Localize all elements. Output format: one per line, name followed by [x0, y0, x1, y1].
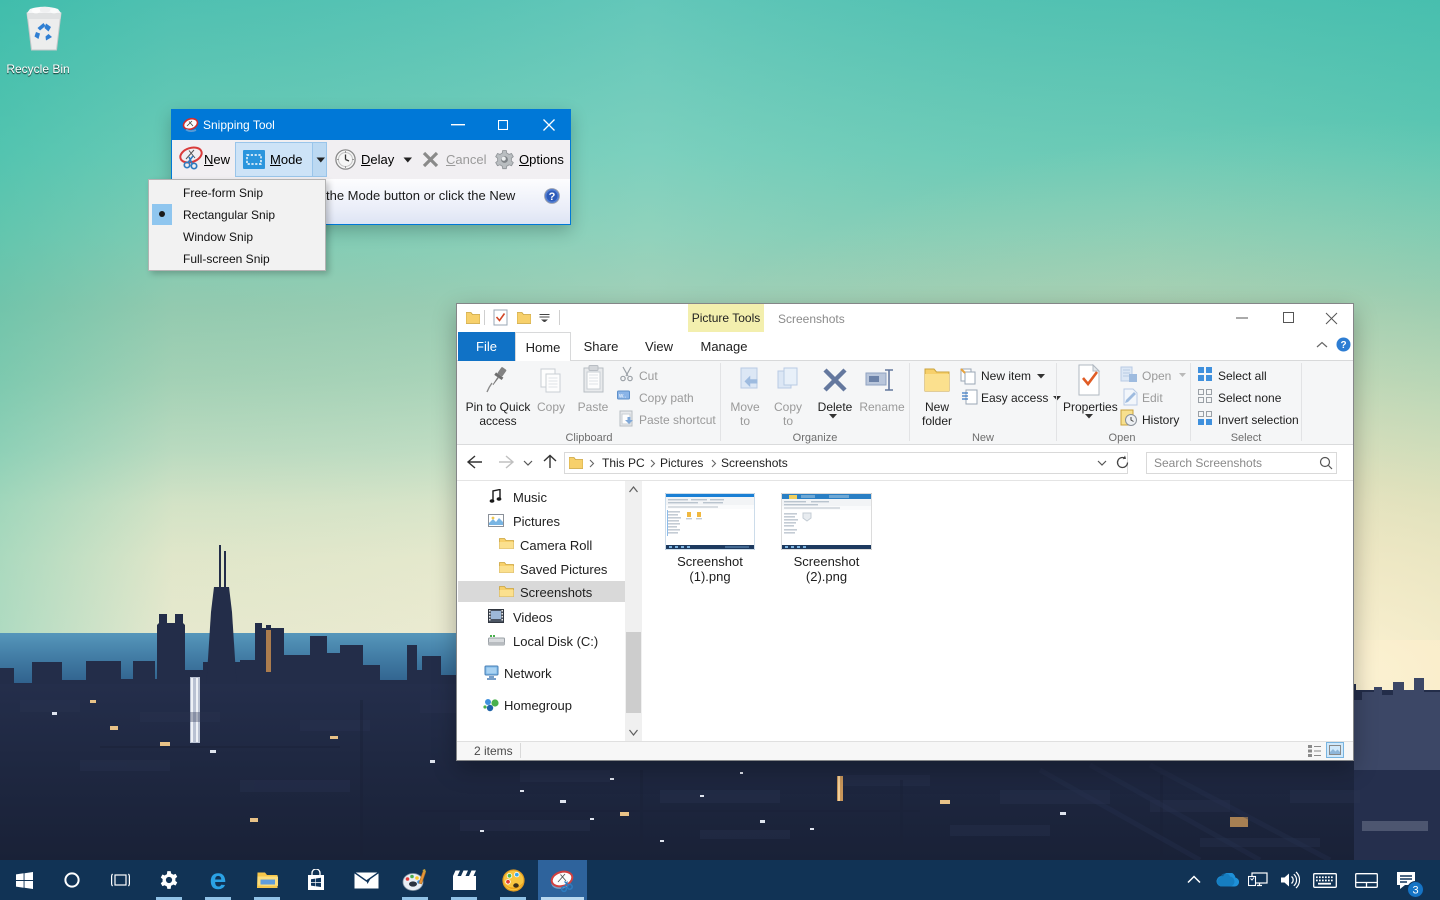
- svg-text:?: ?: [1340, 340, 1346, 351]
- svg-text:3: 3: [1412, 885, 1418, 897]
- svg-text:w..: w..: [618, 394, 627, 400]
- svg-text:?: ?: [549, 191, 556, 203]
